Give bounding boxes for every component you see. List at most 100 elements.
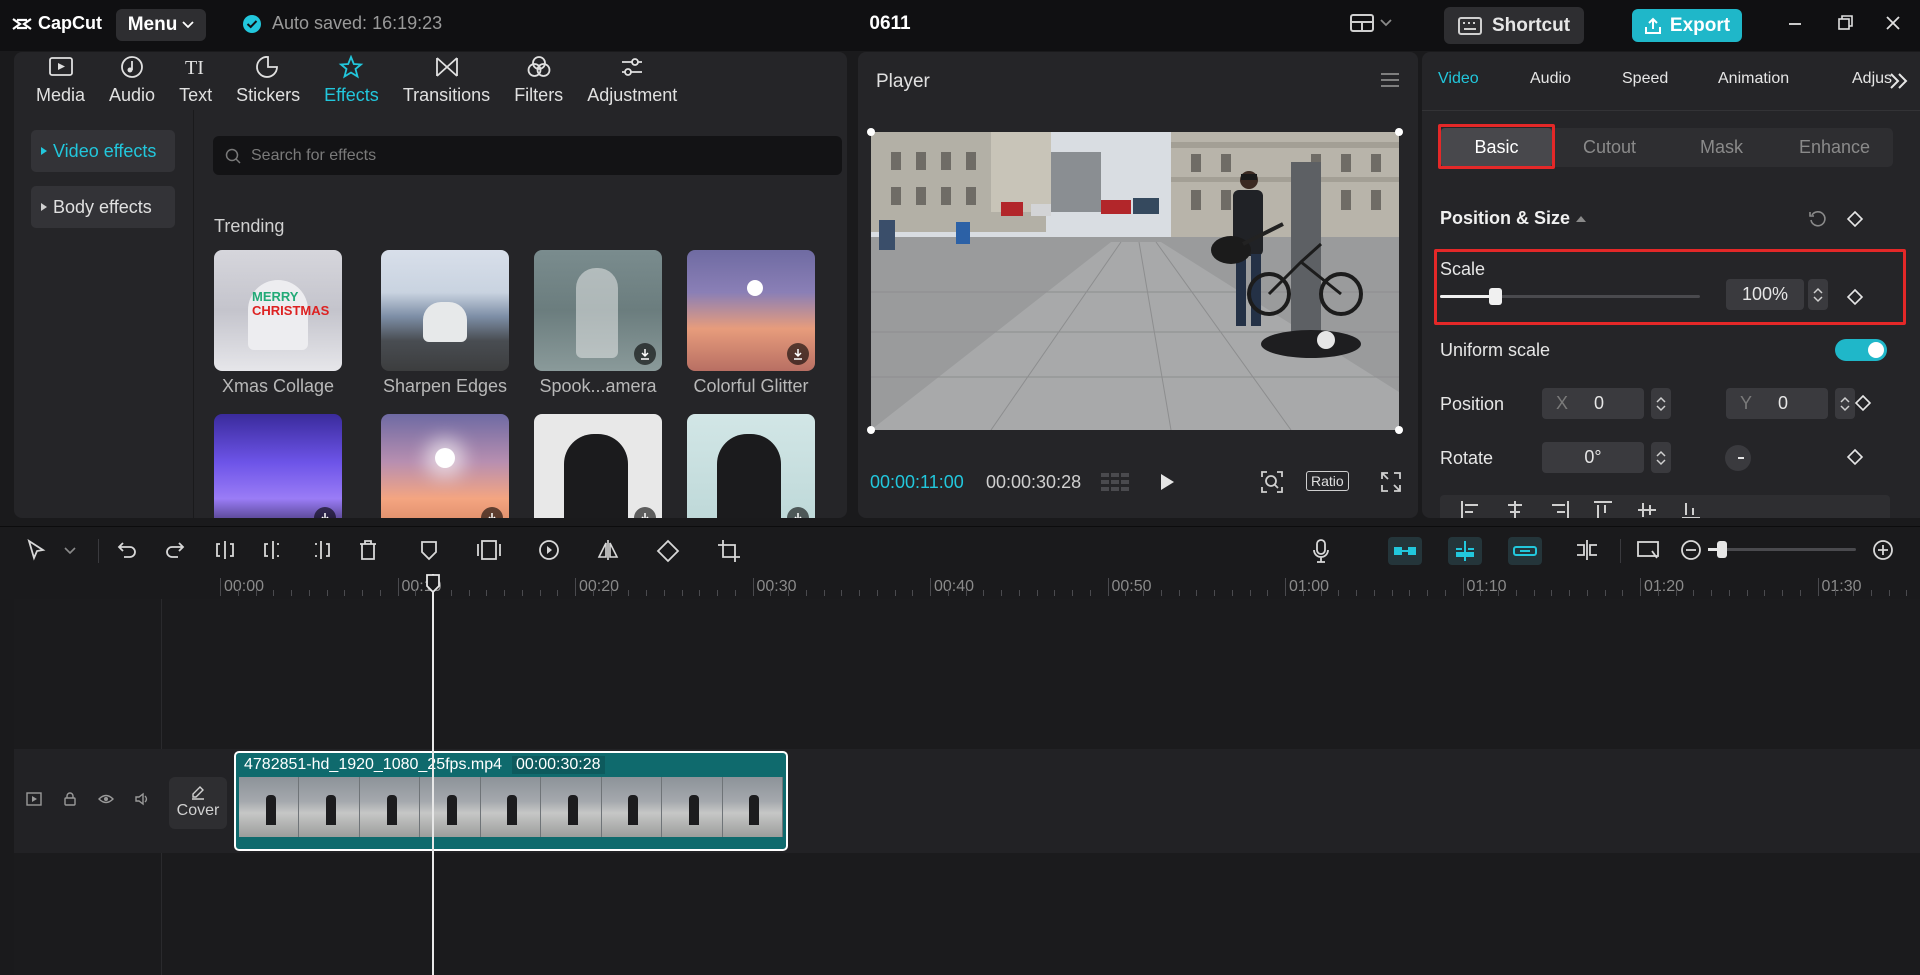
mirror-icon[interactable] [597,539,619,561]
resize-handle[interactable] [1395,128,1403,136]
tab-animation[interactable]: Animation [1718,70,1789,88]
reverse-icon[interactable] [538,539,560,561]
effect-thumb-portrait-1[interactable] [534,414,662,518]
more-tabs-icon[interactable] [1888,72,1910,90]
main-track-magnet-button[interactable] [1388,537,1422,565]
close-icon[interactable] [1884,14,1902,32]
video-preview[interactable] [871,132,1399,430]
layout-button[interactable] [1350,13,1392,33]
tab-adjust[interactable]: Adjus [1852,70,1892,88]
resize-handle[interactable] [1395,426,1403,434]
scale-stepper[interactable] [1808,279,1828,310]
zoom-fit-icon[interactable] [1260,470,1284,494]
align-top-icon[interactable] [1592,500,1614,518]
tab-audio[interactable]: Audio [1530,70,1571,88]
tab-transitions[interactable]: Transitions [391,52,502,106]
keyframe-icon[interactable] [1854,394,1872,412]
zoom-in-icon[interactable] [1872,539,1894,561]
position-x-input[interactable]: X 0 [1542,388,1644,419]
split-right-icon[interactable] [310,539,332,561]
keyframe-icon[interactable] [1846,288,1864,306]
effect-thumb-xmas-collage[interactable]: MERRY CHRISTMAS [214,250,342,371]
align-bottom-icon[interactable] [1680,500,1702,518]
split-left-icon[interactable] [262,539,284,561]
effect-thumb-colorful-glitter[interactable] [687,250,815,371]
download-icon[interactable] [634,343,656,365]
track-video-icon[interactable] [26,792,42,806]
speaker-icon[interactable] [134,792,150,806]
linkage-button[interactable] [1508,537,1542,565]
subtab-enhance[interactable]: Enhance [1778,128,1891,167]
shortcut-button[interactable]: Shortcut [1444,7,1584,44]
rotate-stepper[interactable] [1651,442,1671,473]
effect-thumb-sun-clouds[interactable] [381,414,509,518]
video-clip[interactable]: 4782851-hd_1920_1080_25fps.mp4 00:00:30:… [234,751,788,851]
waveform-icon[interactable] [1100,471,1130,493]
preview-screen-icon[interactable] [1636,539,1660,561]
tab-audio[interactable]: Audio [97,52,167,106]
rotate-input[interactable]: 0° [1542,442,1644,473]
timeline-zoom-slider[interactable] [1708,541,1856,558]
tab-text[interactable]: TI Text [167,52,224,106]
playhead[interactable] [432,574,434,975]
effect-thumb-spooky-camera[interactable] [534,250,662,371]
tab-media[interactable]: Media [24,52,97,106]
keyframe-icon[interactable] [1846,210,1864,228]
position-y-input[interactable]: Y 0 [1726,388,1828,419]
select-cursor-icon[interactable] [26,539,48,561]
microphone-icon[interactable] [1312,539,1330,563]
undo-icon[interactable] [116,539,138,561]
effect-thumb-sharpen-edges[interactable] [381,250,509,371]
subtab-cutout[interactable]: Cutout [1554,128,1665,167]
hamburger-menu-icon[interactable] [1380,72,1400,88]
minimize-icon[interactable] [1786,14,1804,32]
fullscreen-icon[interactable] [1380,471,1402,493]
keyframe-icon[interactable] [1846,448,1864,466]
rotate-icon[interactable] [656,539,680,563]
download-icon[interactable] [314,507,336,518]
effect-thumb-concert[interactable] [214,414,342,518]
subtab-mask[interactable]: Mask [1666,128,1777,167]
timeline-ruler[interactable]: 00:00 00:10 00:20 00:30 00:40 00:50 01:00 01:10… [14,574,1920,599]
playhead-handle-icon[interactable] [425,574,441,594]
crop-icon[interactable] [717,539,741,563]
align-center-v-icon[interactable] [1636,500,1658,518]
effect-thumb-portrait-2[interactable] [687,414,815,518]
download-icon[interactable] [634,507,656,518]
scale-slider-handle[interactable] [1488,288,1502,305]
download-icon[interactable] [787,343,809,365]
download-icon[interactable] [481,507,503,518]
reset-icon[interactable] [1808,210,1826,228]
resize-handle[interactable] [867,426,875,434]
download-icon[interactable] [787,507,809,518]
tab-stickers[interactable]: Stickers [224,52,312,106]
freeze-icon[interactable] [476,539,502,561]
position-size-section[interactable]: Position & Size [1440,208,1587,229]
redo-icon[interactable] [164,539,186,561]
tab-filters[interactable]: Filters [502,52,575,106]
delete-icon[interactable] [357,539,379,561]
ratio-button[interactable]: Ratio [1306,471,1349,491]
position-y-stepper[interactable] [1835,388,1855,419]
export-button[interactable]: Export [1632,9,1742,42]
mark-icon[interactable] [418,539,440,561]
zoom-slider-handle[interactable] [1716,541,1727,558]
effects-search-input[interactable]: Search for effects [213,136,842,175]
scale-input[interactable]: 100% [1726,279,1804,310]
lock-icon[interactable] [62,792,78,806]
uniform-scale-toggle[interactable] [1835,339,1887,361]
scale-slider[interactable] [1440,288,1700,305]
nav-video-effects[interactable]: Video effects [31,130,175,172]
tab-adjustment[interactable]: Adjustment [575,52,689,106]
tab-speed[interactable]: Speed [1622,70,1668,88]
restore-icon[interactable] [1836,14,1854,32]
preview-axis-icon[interactable] [1574,539,1600,561]
nav-body-effects[interactable]: Body effects [31,186,175,228]
tab-effects[interactable]: Effects [312,52,391,106]
zoom-out-icon[interactable] [1680,539,1702,561]
position-x-stepper[interactable] [1651,388,1671,419]
align-center-h-icon[interactable] [1504,500,1526,518]
align-right-icon[interactable] [1548,500,1570,518]
eye-icon[interactable] [98,792,114,806]
auto-snap-button[interactable] [1448,537,1482,565]
